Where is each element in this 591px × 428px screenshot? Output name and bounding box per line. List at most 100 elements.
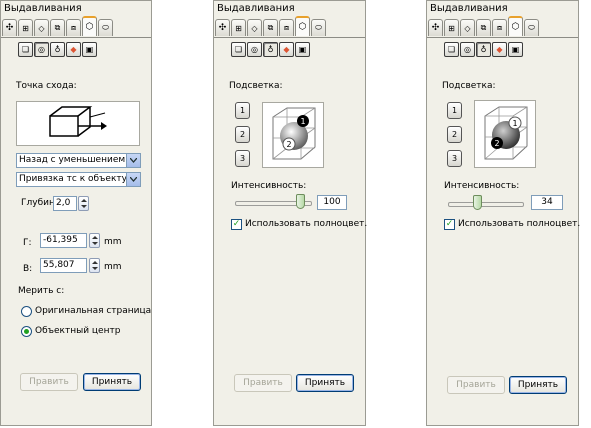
tab-transform[interactable]: ⧈ bbox=[66, 19, 81, 36]
tab-envelope[interactable]: ◇ bbox=[247, 19, 262, 36]
tab-contour[interactable]: ⧉ bbox=[50, 19, 65, 36]
lighting-button[interactable]: ♁ bbox=[476, 42, 491, 57]
envelope-tab-icon: ◇ bbox=[251, 23, 258, 33]
lens-tab-icon: ⬭ bbox=[528, 23, 535, 32]
chevron-down-icon[interactable] bbox=[126, 173, 140, 186]
vanishing-point-icon: ◎ bbox=[464, 45, 471, 54]
intensity-input[interactable]: 34 bbox=[531, 195, 563, 210]
vertical-label: В: bbox=[23, 264, 33, 274]
bevel-button[interactable]: ▣ bbox=[295, 42, 310, 57]
lighting-label: Подсветка: bbox=[442, 81, 496, 91]
tab-envelope[interactable]: ◇ bbox=[460, 19, 475, 36]
tab-extrude[interactable]: ✣ bbox=[2, 19, 17, 36]
vertical-input[interactable]: 55,807 bbox=[40, 258, 87, 273]
docker-title: Выдавливания bbox=[1, 1, 151, 16]
chevron-down-icon[interactable] bbox=[126, 154, 140, 167]
light-1-button[interactable]: 1 bbox=[447, 102, 462, 119]
lightbulb-2-icon: 2 bbox=[451, 130, 458, 139]
color-button[interactable]: ◆ bbox=[492, 42, 507, 57]
svg-text:1: 1 bbox=[300, 117, 305, 126]
tab-3d-extrude[interactable]: ⬡ bbox=[295, 16, 310, 36]
cube-tab-icon: ⬡ bbox=[298, 22, 307, 32]
lighting-button[interactable]: ♁ bbox=[263, 42, 278, 57]
lightbulb-3-icon: 3 bbox=[451, 154, 458, 163]
edit-button[interactable]: Править bbox=[20, 373, 78, 391]
intensity-label: Интенсивность: bbox=[231, 181, 307, 191]
tab-contour[interactable]: ⧉ bbox=[263, 19, 278, 36]
horizontal-stepper[interactable] bbox=[89, 233, 100, 248]
color-button[interactable]: ◆ bbox=[66, 42, 81, 57]
tab-lens[interactable]: ⬭ bbox=[311, 19, 326, 36]
extrude-preset-button[interactable]: ❏ bbox=[18, 42, 33, 57]
vanishing-point-preview bbox=[16, 101, 140, 146]
tab-extrude[interactable]: ✣ bbox=[215, 19, 230, 36]
vanishing-point-lock-select[interactable]: Привязка тс к объекту bbox=[16, 172, 141, 187]
horizontal-unit: mm bbox=[104, 237, 122, 247]
page-origin-radio[interactable] bbox=[21, 306, 32, 317]
tab-transform[interactable]: ⧈ bbox=[279, 19, 294, 36]
bevel-icon: ▣ bbox=[85, 45, 94, 54]
use-full-color-checkbox[interactable]: ✓ bbox=[231, 219, 242, 230]
tab-extrude[interactable]: ✣ bbox=[428, 19, 443, 36]
apply-button[interactable]: Принять bbox=[83, 373, 141, 391]
contour-tab-icon: ⧉ bbox=[267, 23, 274, 32]
edit-button[interactable]: Править bbox=[447, 376, 505, 394]
use-full-color-checkbox[interactable]: ✓ bbox=[444, 219, 455, 230]
docker-title: Выдавливания bbox=[427, 1, 578, 16]
apply-button[interactable]: Принять bbox=[509, 376, 567, 394]
extrude-preset-button[interactable]: ❏ bbox=[231, 42, 246, 57]
tab-structure[interactable]: ⊞ bbox=[18, 19, 33, 36]
lightbulb-1-icon: 1 bbox=[239, 106, 246, 115]
vertical-stepper[interactable] bbox=[89, 258, 100, 273]
horizontal-input[interactable]: -61,395 bbox=[40, 233, 87, 248]
vanishing-point-button[interactable]: ◎ bbox=[34, 42, 49, 57]
intensity-input[interactable]: 100 bbox=[317, 195, 347, 210]
intensity-slider-thumb[interactable] bbox=[473, 195, 482, 210]
lens-tab-icon: ⬭ bbox=[102, 23, 109, 32]
vanishing-point-button[interactable]: ◎ bbox=[460, 42, 475, 57]
tab-3d-extrude[interactable]: ⬡ bbox=[82, 16, 97, 36]
rotation-button[interactable]: ♁ bbox=[50, 42, 65, 57]
edit-button[interactable]: Править bbox=[234, 374, 292, 392]
light-2-button[interactable]: 2 bbox=[235, 126, 250, 143]
color-icon: ◆ bbox=[283, 45, 290, 54]
light-3-button[interactable]: 3 bbox=[235, 150, 250, 167]
docker-tabs: ✣ ⊞ ◇ ⧉ ⧈ ⬡ ⬭ bbox=[428, 16, 540, 38]
vanishing-point-type-select[interactable]: Назад с уменьшением bbox=[16, 153, 141, 168]
extrude-tab-icon: ✣ bbox=[5, 23, 14, 33]
light-1-button[interactable]: 1 bbox=[235, 102, 250, 119]
bevel-icon: ▣ bbox=[298, 45, 307, 54]
tab-3d-extrude[interactable]: ⬡ bbox=[508, 16, 523, 36]
intensity-slider-thumb[interactable] bbox=[296, 194, 305, 209]
apply-button[interactable]: Принять bbox=[296, 374, 354, 392]
lightbulb-1-icon: 1 bbox=[451, 106, 458, 115]
tab-contour[interactable]: ⧉ bbox=[476, 19, 491, 36]
extrude-docker-lighting-full: Выдавливания ✣ ⊞ ◇ ⧉ ⧈ ⬡ ⬭ ❏ ◎ ♁ ◆ ▣ Под… bbox=[213, 0, 368, 426]
object-center-radio[interactable] bbox=[21, 326, 32, 337]
lightbulb-icon: ♁ bbox=[54, 45, 61, 54]
tab-divider bbox=[1, 37, 151, 38]
tab-structure[interactable]: ⊞ bbox=[231, 19, 246, 36]
intensity-slider-track[interactable] bbox=[448, 202, 524, 207]
bevel-button[interactable]: ▣ bbox=[508, 42, 523, 57]
depth-input[interactable]: 2,0 bbox=[53, 196, 77, 211]
tab-structure[interactable]: ⊞ bbox=[444, 19, 459, 36]
vertical-unit: mm bbox=[104, 262, 122, 272]
depth-label: Глубин bbox=[21, 198, 55, 208]
tab-lens[interactable]: ⬭ bbox=[524, 19, 539, 36]
extrude-preset-button[interactable]: ❏ bbox=[444, 42, 459, 57]
tab-lens[interactable]: ⬭ bbox=[98, 19, 113, 36]
color-button[interactable]: ◆ bbox=[279, 42, 294, 57]
tab-envelope[interactable]: ◇ bbox=[34, 19, 49, 36]
bevel-button[interactable]: ▣ bbox=[82, 42, 97, 57]
tab-transform[interactable]: ⧈ bbox=[492, 19, 507, 36]
depth-stepper[interactable] bbox=[78, 196, 89, 211]
vanishing-point-button[interactable]: ◎ bbox=[247, 42, 262, 57]
light-2-button[interactable]: 2 bbox=[447, 126, 462, 143]
color-icon: ◆ bbox=[70, 45, 77, 54]
tab-divider bbox=[214, 37, 365, 38]
measure-from-label: Мерить с: bbox=[18, 286, 65, 296]
light-3-button[interactable]: 3 bbox=[447, 150, 462, 167]
svg-text:1: 1 bbox=[512, 119, 517, 128]
use-full-color-label: Использовать полноцвет. bbox=[245, 219, 368, 229]
